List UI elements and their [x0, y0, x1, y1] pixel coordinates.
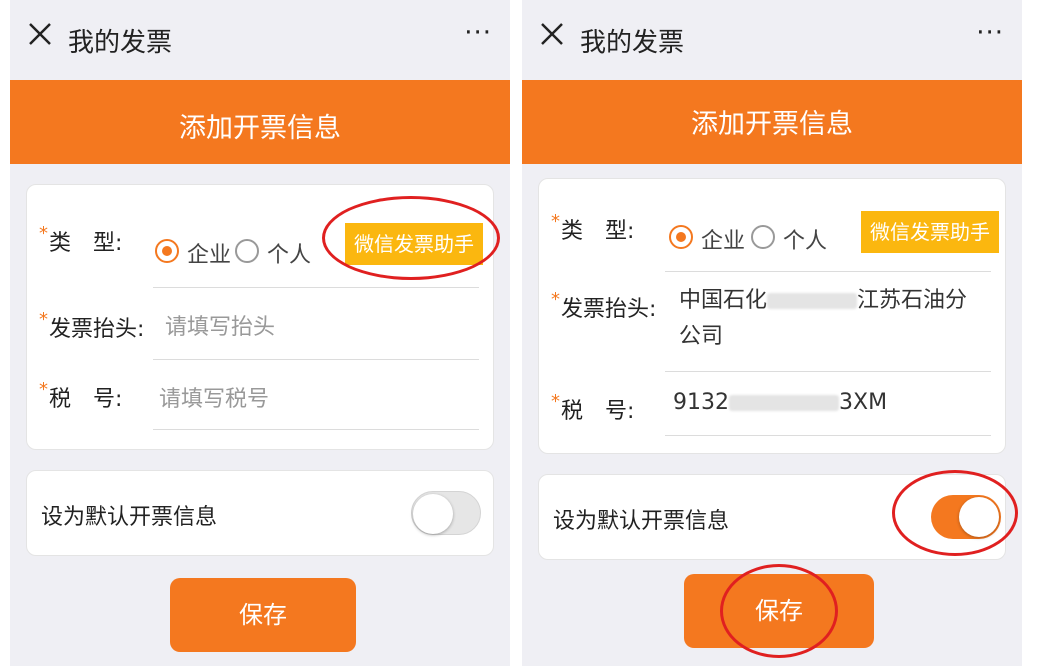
divider: [665, 435, 991, 436]
invoice-title-value-start: 中国石化: [679, 288, 768, 313]
close-icon[interactable]: [538, 20, 566, 48]
radio-enterprise[interactable]: [669, 225, 693, 249]
tax-number-value-end: 3XM: [839, 390, 888, 415]
page-title: 我的发票: [68, 28, 173, 58]
default-setting-card: 设为默认开票信息: [26, 470, 494, 556]
banner: 添加开票信息: [10, 80, 510, 164]
required-mark: *: [39, 309, 48, 330]
top-bar: 我的发票 ···: [10, 0, 510, 78]
invoice-form-card: * 类 型: 企业 个人 微信发票助手 * 发票抬头: 中国石化 江苏石油分 公司…: [538, 178, 1006, 454]
toggle-knob: [959, 497, 999, 537]
radio-individual-label: 个人: [267, 243, 312, 268]
tax-number-value[interactable]: 9132 3XM: [673, 385, 973, 421]
invoice-title-input[interactable]: 请填写抬头: [165, 309, 275, 341]
invoice-form-card: * 类 型: 企业 个人 微信发票助手 * 发票抬头: 请填写抬头 * 税 号:…: [26, 184, 494, 450]
radio-enterprise[interactable]: [155, 239, 179, 263]
invoice-title-value-line2: 公司: [679, 324, 724, 349]
left-screen: 我的发票 ··· 添加开票信息 * 类 型: 企业 个人 微信发票助手 * 发票…: [10, 0, 510, 666]
radio-individual[interactable]: [751, 225, 775, 249]
divider: [665, 371, 991, 372]
tax-number-label: 税 号:: [561, 399, 635, 424]
radio-individual[interactable]: [235, 239, 259, 263]
radio-enterprise-label: 企业: [701, 229, 746, 254]
save-button[interactable]: 保存: [684, 574, 874, 648]
invoice-title-label: 发票抬头:: [561, 297, 657, 322]
right-screen: 我的发票 ··· 添加开票信息 * 类 型: 企业 个人 微信发票助手 * 发票…: [522, 0, 1022, 666]
required-mark: *: [551, 211, 560, 232]
save-button[interactable]: 保存: [170, 578, 356, 652]
close-icon[interactable]: [26, 20, 54, 48]
invoice-title-value-end: 江苏石油分: [857, 288, 968, 313]
banner-title: 添加开票信息: [179, 113, 341, 144]
radio-individual-label: 个人: [783, 229, 828, 254]
page-title: 我的发票: [580, 28, 685, 58]
default-setting-card: 设为默认开票信息: [538, 474, 1006, 560]
required-mark: *: [39, 223, 48, 244]
more-menu-icon[interactable]: ···: [464, 18, 492, 48]
required-mark: *: [551, 391, 560, 412]
banner: 添加开票信息: [522, 80, 1022, 164]
divider: [153, 287, 479, 288]
wechat-invoice-assistant-button[interactable]: 微信发票助手: [861, 211, 999, 253]
default-toggle[interactable]: [931, 495, 1001, 539]
default-invoice-label: 设为默认开票信息: [41, 505, 218, 530]
invoice-title-value[interactable]: 中国石化 江苏石油分 公司: [679, 283, 979, 355]
default-toggle[interactable]: [411, 491, 481, 535]
tax-number-input[interactable]: 请填写税号: [159, 381, 269, 413]
tax-number-value-start: 9132: [673, 390, 729, 415]
tax-number-label: 税 号:: [49, 387, 123, 412]
invoice-title-label: 发票抬头:: [49, 317, 145, 342]
wechat-invoice-assistant-button[interactable]: 微信发票助手: [345, 223, 483, 265]
more-menu-icon[interactable]: ···: [976, 18, 1004, 48]
divider: [153, 429, 479, 430]
toggle-knob: [413, 494, 453, 534]
divider: [153, 359, 479, 360]
type-label: 类 型:: [561, 219, 635, 244]
required-mark: *: [551, 289, 560, 310]
banner-title: 添加开票信息: [691, 109, 853, 140]
radio-enterprise-label: 企业: [187, 243, 232, 268]
top-bar: 我的发票 ···: [522, 0, 1022, 78]
type-label: 类 型:: [49, 231, 123, 256]
redacted-blur: [767, 293, 858, 309]
default-invoice-label: 设为默认开票信息: [553, 509, 730, 534]
redacted-blur: [729, 395, 839, 411]
required-mark: *: [39, 379, 48, 400]
divider: [665, 271, 991, 272]
